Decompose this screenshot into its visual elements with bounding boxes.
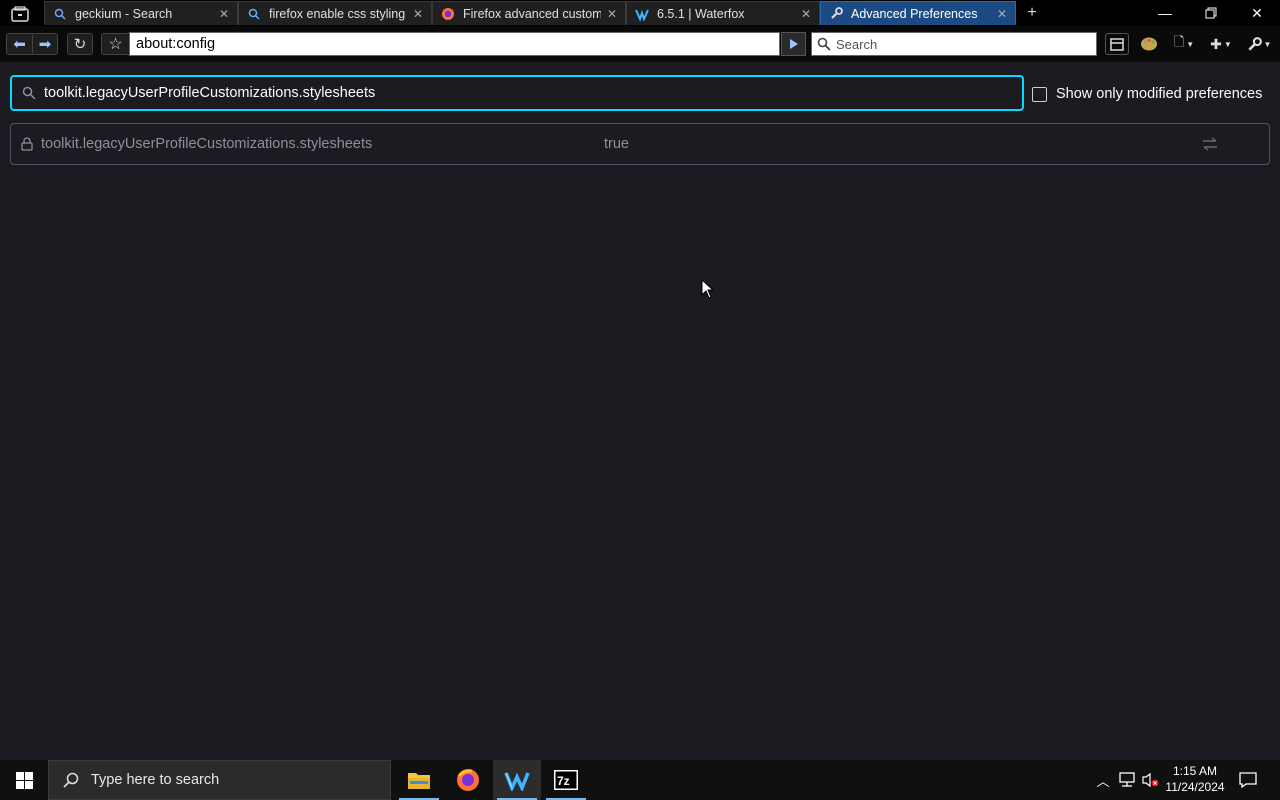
- start-button[interactable]: [0, 760, 48, 800]
- chevron-up-icon: ︿: [1096, 773, 1110, 789]
- toggle-button[interactable]: [1199, 134, 1221, 154]
- preference-row[interactable]: toolkit.legacyUserProfileCustomizations.…: [10, 123, 1270, 165]
- tab-overview-icon: [11, 6, 29, 22]
- lock-icon: [21, 137, 33, 155]
- tab-title: 6.5.1 | Waterfox: [657, 6, 745, 21]
- taskbar-search-placeholder: Type here to search: [91, 772, 220, 788]
- restore-button[interactable]: [1188, 0, 1234, 26]
- show-modified-label: Show only modified preferences: [1056, 86, 1263, 102]
- chevron-down-icon: ▼: [1263, 39, 1272, 49]
- url-text: about:config: [136, 36, 216, 52]
- volume-muted-icon: [1142, 772, 1159, 788]
- sidebar-button[interactable]: [1105, 33, 1129, 55]
- close-icon[interactable]: ✕: [413, 7, 423, 21]
- volume-tray-button[interactable]: [1140, 760, 1162, 800]
- plus-icon: +: [1027, 4, 1037, 21]
- search-icon: [63, 772, 79, 788]
- play-arrow-icon: [789, 39, 798, 49]
- show-hidden-icons-button[interactable]: ︿: [1094, 760, 1112, 800]
- close-icon[interactable]: ✕: [607, 7, 617, 21]
- minimize-button[interactable]: —: [1142, 0, 1188, 26]
- about-config-page: [0, 62, 1280, 760]
- back-arrow-icon[interactable]: ⬅: [7, 35, 32, 53]
- tab-advanced-preferences[interactable]: Advanced Preferences ✕: [820, 1, 1016, 25]
- tab-title: firefox enable css styling - S: [269, 6, 407, 21]
- preference-name: toolkit.legacyUserProfileCustomizations.…: [41, 136, 373, 152]
- search-icon: [817, 37, 831, 51]
- reload-button[interactable]: ↻: [67, 33, 93, 55]
- network-tray-button[interactable]: [1116, 760, 1138, 800]
- clock-date: 11/24/2024: [1165, 780, 1225, 794]
- waterfox-icon: [504, 772, 530, 791]
- url-bar[interactable]: about:config: [129, 32, 780, 56]
- back-forward-button[interactable]: ⬅ ➡: [6, 33, 58, 55]
- star-icon: ☆: [108, 36, 123, 53]
- search-placeholder: Search: [836, 36, 878, 52]
- clock-time: 1:15 AM: [1172, 764, 1218, 778]
- close-icon[interactable]: ✕: [997, 7, 1007, 21]
- extensions-menu-button[interactable]: ✚ ▼: [1206, 33, 1236, 55]
- taskbar-clock[interactable]: 1:15 AM 11/24/2024: [1160, 763, 1230, 795]
- filter-value: toolkit.legacyUserProfileCustomizations.…: [44, 85, 376, 101]
- waterfox-icon: [635, 7, 649, 21]
- network-icon: [1119, 772, 1135, 787]
- show-modified-checkbox[interactable]: Show only modified preferences: [1032, 84, 1262, 104]
- checkbox[interactable]: [1032, 86, 1047, 102]
- wrench-icon: [829, 7, 843, 21]
- preference-value: true: [604, 136, 629, 152]
- mouse-cursor-icon: [701, 279, 715, 299]
- paint-palette-icon: [1141, 37, 1157, 51]
- taskbar-app-file-explorer[interactable]: [395, 760, 443, 800]
- chevron-down-icon: ▼: [1186, 39, 1195, 49]
- taskbar-app-waterfox[interactable]: [493, 760, 541, 800]
- file-explorer-icon: [408, 773, 430, 789]
- tools-menu-button[interactable]: ▼: [1244, 33, 1274, 55]
- preference-filter-input[interactable]: toolkit.legacyUserProfileCustomizations.…: [10, 75, 1024, 111]
- page-icon: 🗋: [1173, 34, 1185, 49]
- reload-icon: ↻: [73, 36, 87, 53]
- toggle-arrows-icon: [1203, 137, 1217, 151]
- bookmark-star-button[interactable]: ☆: [101, 33, 129, 55]
- minimize-icon: —: [1158, 5, 1172, 21]
- theme-button[interactable]: [1137, 33, 1161, 55]
- tab-overview-button[interactable]: [6, 3, 34, 25]
- search-icon: [247, 7, 261, 21]
- search-bar[interactable]: Search: [811, 32, 1097, 56]
- wrench-icon: [1247, 36, 1262, 51]
- tab-geckium-search[interactable]: geckium - Search ✕: [44, 1, 238, 25]
- tab-firefox-css-search[interactable]: firefox enable css styling - S ✕: [238, 1, 432, 25]
- taskbar-app-7zip[interactable]: 7z: [542, 760, 590, 800]
- sidebar-icon: [1110, 37, 1124, 51]
- page-menu-button[interactable]: 🗋 ▼: [1170, 33, 1198, 55]
- restore-icon: [1205, 7, 1217, 19]
- 7zip-icon: 7z: [554, 770, 578, 790]
- puzzle-icon: ✚: [1210, 35, 1222, 52]
- search-icon: [22, 86, 36, 100]
- close-icon: ✕: [1251, 4, 1263, 21]
- search-icon: [53, 7, 67, 21]
- tab-title: geckium - Search: [75, 6, 173, 21]
- taskbar-app-firefox[interactable]: [444, 760, 492, 800]
- tab-waterfox[interactable]: 6.5.1 | Waterfox ✕: [626, 1, 820, 25]
- forward-arrow-icon[interactable]: ➡: [31, 35, 57, 53]
- chevron-down-icon: ▼: [1223, 39, 1232, 49]
- go-button[interactable]: [781, 32, 806, 56]
- close-window-button[interactable]: ✕: [1234, 0, 1280, 26]
- windows-logo-icon: [15, 771, 33, 789]
- firefox-icon: [441, 7, 455, 21]
- new-tab-button[interactable]: +: [1023, 5, 1041, 21]
- close-icon[interactable]: ✕: [219, 7, 229, 21]
- svg-text:7z: 7z: [557, 774, 570, 788]
- tab-title: Firefox advanced customiza: [463, 6, 601, 21]
- taskbar-search-box[interactable]: Type here to search: [48, 760, 391, 800]
- close-icon[interactable]: ✕: [801, 7, 811, 21]
- notification-icon: [1239, 772, 1257, 788]
- firefox-icon: [457, 769, 479, 791]
- tab-title: Advanced Preferences: [851, 6, 978, 21]
- notifications-button[interactable]: [1234, 760, 1262, 800]
- tab-firefox-advanced[interactable]: Firefox advanced customiza ✕: [432, 1, 626, 25]
